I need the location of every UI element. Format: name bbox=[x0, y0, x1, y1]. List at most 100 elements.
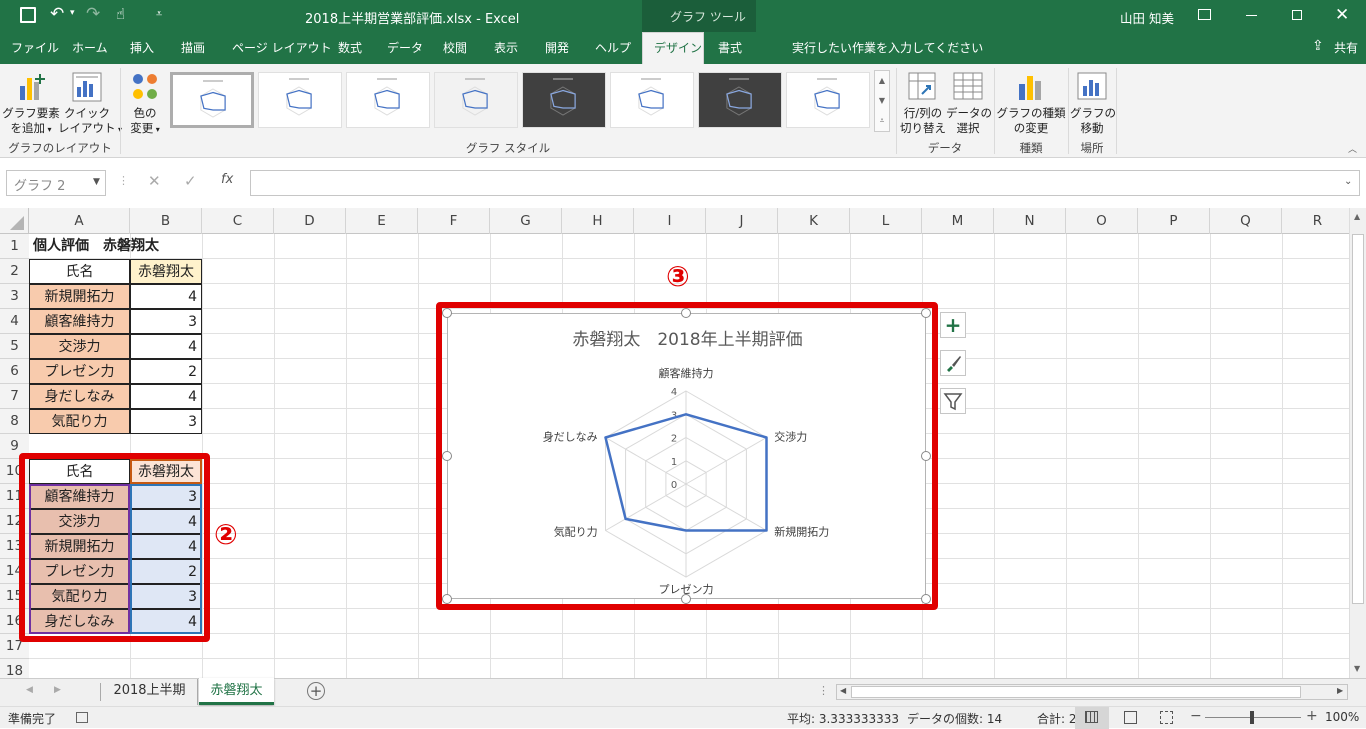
close-icon[interactable]: ✕ bbox=[1335, 5, 1349, 25]
chart-style-thumb-8[interactable] bbox=[786, 72, 870, 128]
tab-developer[interactable]: 開発 bbox=[545, 32, 569, 64]
cancel-icon[interactable]: ✕ bbox=[148, 172, 161, 190]
move-chart-button[interactable]: グラフの 移動 bbox=[1070, 68, 1116, 138]
insert-function-icon[interactable]: fx bbox=[221, 172, 233, 187]
save-icon[interactable] bbox=[20, 7, 36, 23]
chart-style-thumb-2[interactable] bbox=[258, 72, 342, 128]
chart-styles-button[interactable] bbox=[940, 350, 966, 376]
scroll-down-icon[interactable]: ▼ bbox=[1354, 664, 1360, 673]
sheet-tab-2018[interactable]: 2018上半期 bbox=[102, 679, 198, 705]
expand-formula-icon[interactable]: ⌄ bbox=[1344, 176, 1352, 187]
zoom-in-icon[interactable]: + bbox=[1306, 708, 1318, 724]
tab-formulas[interactable]: 数式 bbox=[338, 32, 362, 64]
table1-row-label[interactable]: 新規開拓力 bbox=[29, 284, 130, 309]
table1-row-value[interactable]: 3 bbox=[130, 309, 202, 334]
chart-object[interactable]: 赤磐翔太 2018年上半期評価 0 1 2 3 4 顧客維持力 交渉力 新規開拓力 プレゼン力気… bbox=[447, 313, 926, 599]
switch-row-column-button[interactable]: 行/列の 切り替え bbox=[900, 68, 946, 138]
tab-data[interactable]: データ bbox=[387, 32, 423, 64]
table1-row-value[interactable]: 3 bbox=[130, 409, 202, 434]
share-icon[interactable]: ⇪ bbox=[1312, 38, 1324, 54]
chart-style-thumb-4[interactable] bbox=[434, 72, 518, 128]
change-colors-button[interactable]: 色の 変更 ▾ bbox=[124, 68, 166, 138]
share-button[interactable]: 共有 bbox=[1334, 32, 1358, 64]
tab-home[interactable]: ホーム bbox=[72, 32, 108, 64]
tab-view[interactable]: 表示 bbox=[494, 32, 518, 64]
select-data-line1: データの bbox=[946, 106, 992, 120]
worksheet-grid[interactable]: ABCDEFGHIJKLMNOPQR 1 2 3 4 5 6 7 8 9 10 11 12 13 14 15… bbox=[0, 208, 1349, 678]
name-box[interactable]: グラフ 2 ▼ bbox=[6, 170, 106, 196]
table1-row-label[interactable]: 身だしなみ bbox=[29, 384, 130, 409]
scroll-right-icon[interactable]: ▶ bbox=[1337, 686, 1343, 695]
radar-category-label: 顧客維持力 bbox=[659, 366, 714, 380]
table1-row-label[interactable]: プレゼン力 bbox=[29, 359, 130, 384]
chart-style-thumb-1[interactable] bbox=[170, 72, 254, 128]
tab-review[interactable]: 校閲 bbox=[443, 32, 467, 64]
table1-row-value[interactable]: 4 bbox=[130, 334, 202, 359]
group-label-location: 場所 bbox=[1080, 141, 1104, 155]
enter-icon[interactable]: ✓ bbox=[184, 172, 197, 190]
new-sheet-icon[interactable]: + bbox=[307, 682, 325, 700]
table1-row-value[interactable]: 2 bbox=[130, 359, 202, 384]
formula-input[interactable]: ⌄ bbox=[250, 170, 1360, 196]
collapse-ribbon-icon[interactable]: ︿ bbox=[1348, 142, 1357, 155]
prev-sheet-icon[interactable]: ◀ bbox=[26, 685, 33, 695]
user-name[interactable]: 山田 知美 bbox=[1120, 8, 1174, 27]
table1-row-label[interactable]: 気配り力 bbox=[29, 409, 130, 434]
undo-icon[interactable]: ↶ bbox=[50, 4, 64, 24]
radar-tick-label: 2 bbox=[671, 434, 677, 445]
add-chart-element-button[interactable]: グラフ要素 を追加 ▾ bbox=[2, 68, 60, 138]
table1-header-name[interactable]: 氏名 bbox=[29, 259, 130, 284]
table1-header-person[interactable]: 赤磐翔太 bbox=[130, 259, 202, 284]
name-box-dropdown-icon[interactable]: ▼ bbox=[93, 177, 100, 187]
quick-layout-button[interactable]: クイック レイアウト ▾ bbox=[58, 68, 122, 138]
zoom-level[interactable]: 100% bbox=[1325, 710, 1359, 724]
chart-style-thumb-7[interactable] bbox=[698, 72, 782, 128]
group-label-type: 種類 bbox=[1019, 141, 1043, 155]
page-layout-view-icon[interactable] bbox=[1124, 711, 1137, 724]
tab-file[interactable]: ファイル bbox=[11, 32, 59, 64]
table1-row-label[interactable]: 交渉力 bbox=[29, 334, 130, 359]
horizontal-scrollbar[interactable]: ◀ ▶ bbox=[836, 684, 1348, 700]
zoom-slider-thumb[interactable] bbox=[1250, 711, 1254, 724]
minimize-icon[interactable] bbox=[1246, 15, 1257, 16]
normal-view-button[interactable] bbox=[1075, 707, 1109, 729]
chart-filters-button[interactable] bbox=[940, 388, 966, 414]
cell-a1-title[interactable]: 個人評価 赤磐翔太 bbox=[29, 234, 229, 259]
customize-qat-icon[interactable]: ⩡ bbox=[156, 7, 162, 21]
undo-dropdown-icon[interactable]: ▾ bbox=[70, 8, 75, 18]
tab-format[interactable]: 書式 bbox=[718, 32, 742, 64]
radar-chart[interactable]: 01234顧客維持力交渉力新規開拓力プレゼン力気配り力身だしなみ bbox=[448, 314, 927, 600]
scroll-up-icon[interactable]: ▲ bbox=[1354, 212, 1360, 221]
table1-row-value[interactable]: 4 bbox=[130, 284, 202, 309]
ribbon-display-icon[interactable] bbox=[1198, 9, 1211, 20]
tab-page-layout[interactable]: ページ レイアウト bbox=[232, 32, 332, 64]
redo-icon[interactable]: ↷ bbox=[86, 4, 100, 24]
status-average[interactable]: 平均: 3.333333333 bbox=[787, 710, 899, 727]
select-data-button[interactable]: データの 選択 bbox=[946, 68, 992, 138]
table1-row-label[interactable]: 顧客維持力 bbox=[29, 309, 130, 334]
tab-insert[interactable]: 挿入 bbox=[130, 32, 154, 64]
restore-icon[interactable] bbox=[1292, 10, 1302, 20]
macro-record-icon[interactable] bbox=[76, 712, 88, 723]
zoom-out-icon[interactable]: − bbox=[1190, 708, 1202, 724]
table1-row-value[interactable]: 4 bbox=[130, 384, 202, 409]
tab-help[interactable]: ヘルプ bbox=[595, 32, 631, 64]
chart-style-thumb-6[interactable] bbox=[610, 72, 694, 128]
page-break-view-icon[interactable] bbox=[1160, 711, 1173, 724]
next-sheet-icon[interactable]: ▶ bbox=[54, 685, 61, 695]
tab-draw[interactable]: 描画 bbox=[181, 32, 205, 64]
tell-me-input[interactable]: 実行したい作業を入力してください bbox=[792, 32, 983, 64]
horizontal-scroll-thumb[interactable] bbox=[851, 686, 1301, 698]
status-count[interactable]: データの個数: 14 bbox=[907, 710, 1002, 727]
tab-split-icon[interactable]: ⋮ bbox=[818, 684, 829, 697]
chart-style-thumb-5[interactable] bbox=[522, 72, 606, 128]
change-chart-type-button[interactable]: グラフの種類 の変更 bbox=[996, 68, 1066, 138]
touch-mode-icon[interactable]: ☝ bbox=[116, 5, 125, 23]
chart-style-thumb-3[interactable] bbox=[346, 72, 430, 128]
scroll-left-icon[interactable]: ◀ bbox=[840, 686, 846, 695]
vertical-scrollbar[interactable]: ▲ ▼ bbox=[1349, 208, 1366, 678]
chart-elements-button[interactable]: + bbox=[940, 312, 966, 338]
sheet-tab-active[interactable]: 赤磐翔太 bbox=[199, 678, 274, 705]
gallery-scroll[interactable]: ▲ ▼ ⩡ bbox=[874, 70, 890, 132]
vertical-scroll-thumb[interactable] bbox=[1352, 234, 1364, 604]
